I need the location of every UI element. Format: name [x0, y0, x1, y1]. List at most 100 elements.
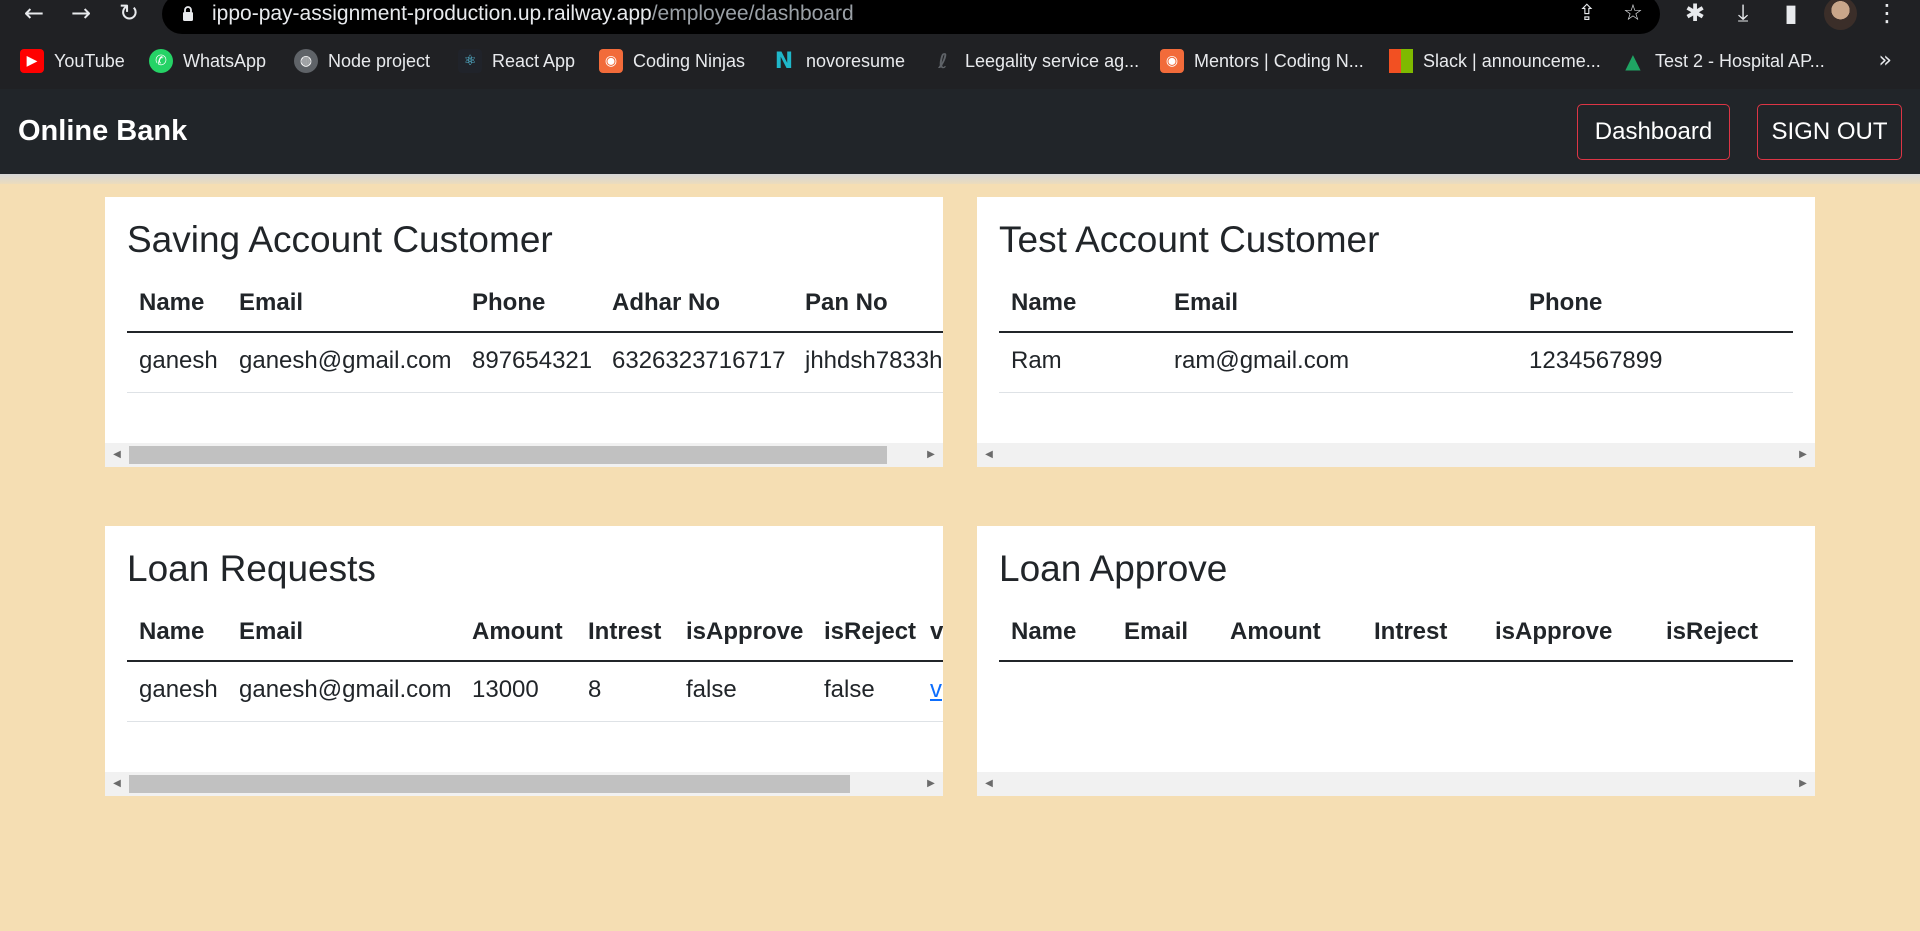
scroll-right-arrow-icon[interactable]: ▶ — [1793, 772, 1813, 796]
globe-icon: ◍ — [294, 49, 318, 73]
loan-approve-table: Name Email Amount Intrest isApprove isRe… — [999, 612, 1793, 737]
bookmark-whatsapp[interactable]: ✆ WhatsApp — [149, 44, 266, 78]
sign-out-button[interactable]: SIGN OUT — [1757, 104, 1902, 160]
saving-account-table: Name Email Phone Adhar No Pan No ganesh … — [127, 283, 943, 408]
bookmark-coding-ninjas[interactable]: ◉ Coding Ninjas — [599, 44, 745, 78]
view-link[interactable]: v — [930, 675, 942, 705]
bookmark-node-project[interactable]: ◍ Node project — [294, 44, 430, 78]
scroll-right-arrow-icon[interactable]: ▶ — [921, 772, 941, 796]
card-title: Saving Account Customer — [127, 219, 553, 260]
novoresume-icon: N — [774, 48, 794, 74]
bookmark-label: React App — [492, 50, 576, 71]
header-divider — [127, 331, 943, 333]
navbar-shadow — [0, 174, 1920, 184]
dashboard-button[interactable]: Dashboard — [1577, 104, 1730, 160]
table-cell-name: ganesh — [139, 676, 218, 703]
column-header-isapprove: isApprove — [686, 618, 804, 645]
table-cell-name: Ram — [1011, 347, 1062, 374]
bookmark-novoresume[interactable]: N novoresume — [772, 44, 905, 78]
more-menu-icon[interactable]: ⋮ — [1872, 0, 1902, 28]
leegality-icon: ℓ — [938, 49, 948, 73]
scroll-right-arrow-icon[interactable]: ▶ — [921, 443, 941, 467]
brand-title[interactable]: Online Bank — [18, 115, 187, 148]
header-divider — [999, 331, 1793, 333]
back-arrow-icon[interactable]: ← — [20, 0, 48, 28]
column-header-name: Name — [1011, 618, 1077, 645]
saving-account-card: Saving Account Customer Name Email Phone… — [105, 197, 943, 467]
bookmark-mentors[interactable]: ◉ Mentors | Coding N... — [1160, 44, 1364, 78]
scroll-left-arrow-icon[interactable]: ◀ — [107, 772, 127, 796]
coding-ninjas-icon: ◉ — [599, 49, 623, 73]
bookmark-label: Slack | announceme... — [1423, 50, 1601, 71]
scrollbar-thumb[interactable] — [129, 446, 887, 464]
column-header-email: Email — [239, 289, 304, 316]
side-panel-icon[interactable]: ▮ — [1776, 0, 1806, 28]
column-header-phone: Phone — [472, 289, 546, 316]
column-header-intrest: Intrest — [588, 618, 662, 645]
url-path: /employee/dashboard — [651, 2, 854, 25]
react-icon: ⚛ — [458, 49, 482, 73]
table-cell-email: ganesh@gmail.com — [239, 347, 452, 374]
url-text[interactable]: ippo-pay-assignment-production.up.railwa… — [212, 1, 854, 27]
horizontal-scrollbar[interactable]: ◀ ▶ — [977, 772, 1815, 796]
row-divider — [127, 392, 943, 393]
bookmark-label: Test 2 - Hospital AP... — [1655, 50, 1825, 71]
extensions-puzzle-icon[interactable]: ✱ — [1680, 0, 1710, 28]
horizontal-scrollbar[interactable]: ◀ ▶ — [977, 443, 1815, 467]
column-header-pan-no: Pan No — [805, 289, 888, 316]
column-header-isreject: isReject — [824, 618, 917, 645]
column-header-truncated: v — [930, 618, 943, 645]
test-account-table: Name Email Phone Ram ram@gmail.com 12345… — [999, 283, 1793, 408]
scroll-right-arrow-icon[interactable]: ▶ — [1793, 443, 1813, 467]
column-header-amount: Amount — [1230, 618, 1321, 645]
header-divider — [999, 660, 1793, 662]
header-divider — [127, 660, 943, 662]
loan-approve-card: Loan Approve Name Email Amount Intrest i… — [977, 526, 1815, 796]
bookmark-label: YouTube — [54, 50, 125, 71]
loan-requests-card: Loan Requests Name Email Amount Intrest … — [105, 526, 943, 796]
whatsapp-icon: ✆ — [149, 49, 173, 73]
bookmark-react-app[interactable]: ⚛ React App — [458, 44, 575, 78]
scroll-left-arrow-icon[interactable]: ◀ — [979, 443, 999, 467]
lock-icon — [183, 6, 193, 21]
browser-chrome: ← → ↻ ippo-pay-assignment-production.up.… — [0, 0, 1920, 89]
card-title: Loan Approve — [999, 548, 1228, 589]
horizontal-scrollbar[interactable]: ◀ ▶ — [105, 443, 943, 467]
scroll-left-arrow-icon[interactable]: ◀ — [107, 443, 127, 467]
bookmark-label: Mentors | Coding N... — [1194, 50, 1364, 71]
card-title: Test Account Customer — [999, 219, 1380, 260]
bookmark-slack[interactable]: Slack | announceme... — [1389, 44, 1601, 78]
download-icon[interactable]: ⤓ — [1728, 0, 1758, 28]
bookmark-test-2[interactable]: ▲ Test 2 - Hospital AP... — [1621, 44, 1825, 78]
bookmark-label: Leegality service ag... — [965, 50, 1140, 71]
coding-ninjas-icon: ◉ — [1160, 49, 1184, 73]
bookmark-youtube[interactable]: ▶ YouTube — [20, 44, 125, 78]
row-divider — [127, 721, 943, 722]
google-drive-icon: ▲ — [1625, 49, 1641, 73]
column-header-amount: Amount — [472, 618, 563, 645]
app-navbar: Online Bank Dashboard SIGN OUT — [0, 89, 1920, 174]
bookmarks-bar: ▶ YouTube ✆ WhatsApp ◍ Node project ⚛ Re… — [0, 44, 1920, 78]
reload-icon[interactable]: ↻ — [115, 0, 143, 28]
microsoft-icon — [1389, 49, 1413, 73]
column-header-name: Name — [139, 618, 205, 645]
table-cell-phone: 1234567899 — [1529, 347, 1663, 374]
more-bookmarks-button[interactable]: » — [1879, 44, 1892, 78]
column-header-name: Name — [1011, 289, 1077, 316]
star-icon[interactable]: ☆ — [1620, 1, 1646, 27]
column-header-name: Name — [139, 289, 205, 316]
scroll-left-arrow-icon[interactable]: ◀ — [979, 772, 999, 796]
horizontal-scrollbar[interactable]: ◀ ▶ — [105, 772, 943, 796]
scrollbar-thumb[interactable] — [129, 775, 850, 793]
profile-avatar[interactable] — [1824, 0, 1857, 30]
table-cell-name: ganesh — [139, 347, 218, 374]
url-host: ippo-pay-assignment-production.up.railwa… — [212, 2, 652, 25]
card-title: Loan Requests — [127, 548, 376, 589]
column-header-isreject: isReject — [1666, 618, 1759, 645]
column-header-email: Email — [1174, 289, 1239, 316]
bookmark-label: novoresume — [806, 50, 906, 71]
bookmark-leegality[interactable]: ℓ Leegality service ag... — [931, 44, 1139, 78]
forward-arrow-icon[interactable]: → — [67, 0, 95, 28]
bookmark-label: Node project — [328, 50, 431, 71]
share-icon[interactable]: ⇪ — [1574, 1, 1600, 27]
